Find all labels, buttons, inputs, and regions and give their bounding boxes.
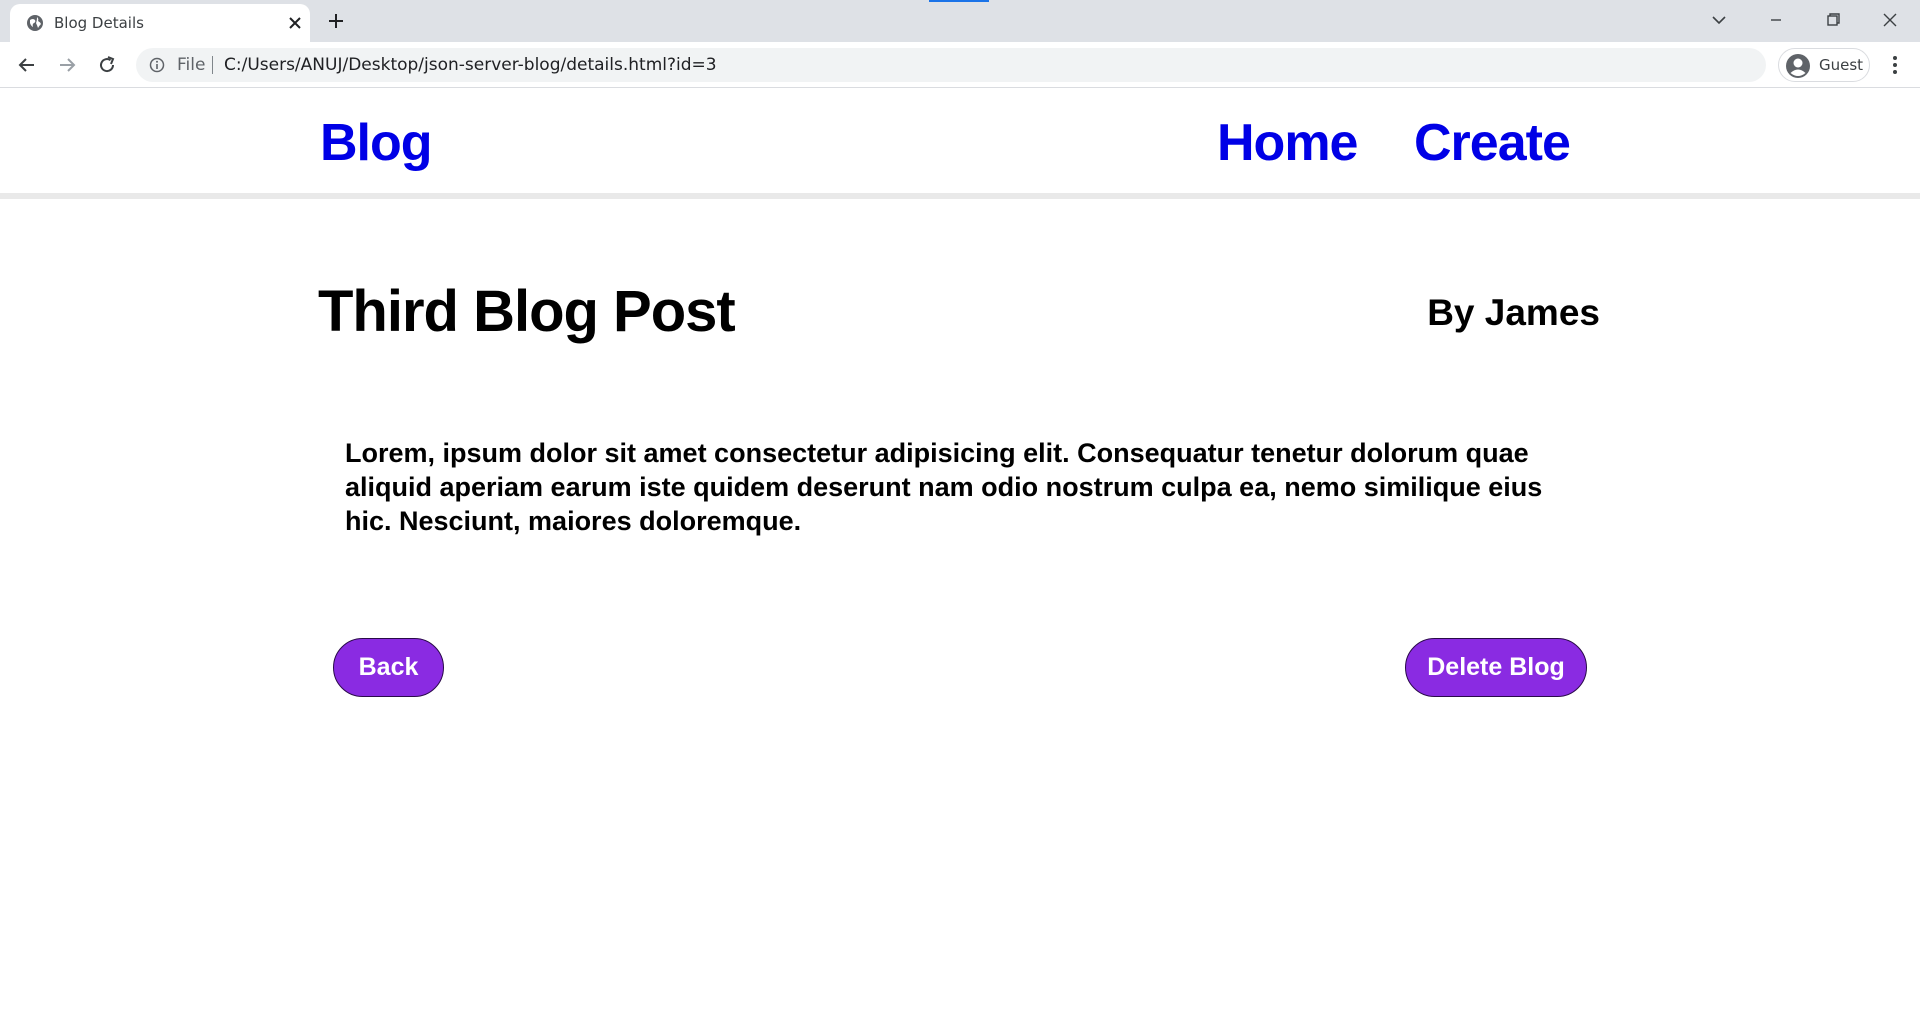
close-window-icon[interactable] (1877, 8, 1903, 32)
minimize-icon[interactable] (1763, 8, 1789, 32)
nav-create-link[interactable]: Create (1414, 113, 1571, 173)
info-icon[interactable] (149, 57, 165, 73)
profile-button[interactable]: Guest (1778, 48, 1870, 82)
tab-title: Blog Details (54, 14, 144, 32)
tab-search-chevron-icon[interactable] (1706, 8, 1732, 32)
avatar-icon (1786, 54, 1810, 78)
post-author: By James (1427, 292, 1600, 333)
address-separator (212, 56, 213, 74)
restore-icon[interactable] (1820, 8, 1846, 32)
address-bar[interactable]: File C:/Users/ANUJ/Desktop/json-server-b… (136, 48, 1766, 82)
close-icon[interactable] (286, 14, 304, 32)
back-button[interactable]: Back (333, 638, 444, 697)
reload-icon[interactable] (95, 53, 119, 77)
post-body: Lorem, ipsum dolor sit amet consectetur … (345, 438, 1543, 536)
tab-strip-indicator (929, 0, 989, 2)
globe-icon (27, 15, 43, 31)
plus-icon[interactable] (326, 11, 346, 31)
site-navbar: Blog Home Create (0, 89, 1920, 199)
nav-home-link[interactable]: Home (1217, 113, 1358, 173)
back-arrow-icon[interactable] (15, 53, 39, 77)
more-menu-icon[interactable] (1883, 53, 1907, 77)
tab-blog-details[interactable]: Blog Details (10, 4, 310, 42)
post-title: Third Blog Post (318, 279, 736, 344)
forward-arrow-icon[interactable] (55, 53, 79, 77)
profile-label: Guest (1819, 56, 1864, 74)
delete-blog-button[interactable]: Delete Blog (1405, 638, 1587, 697)
site-brand-link[interactable]: Blog (320, 113, 433, 173)
tab-strip: Blog Details (0, 0, 1920, 42)
address-url[interactable]: C:/Users/ANUJ/Desktop/json-server-blog/d… (224, 55, 717, 75)
address-scheme-label: File (177, 55, 206, 75)
browser-toolbar: File C:/Users/ANUJ/Desktop/json-server-b… (0, 42, 1920, 88)
